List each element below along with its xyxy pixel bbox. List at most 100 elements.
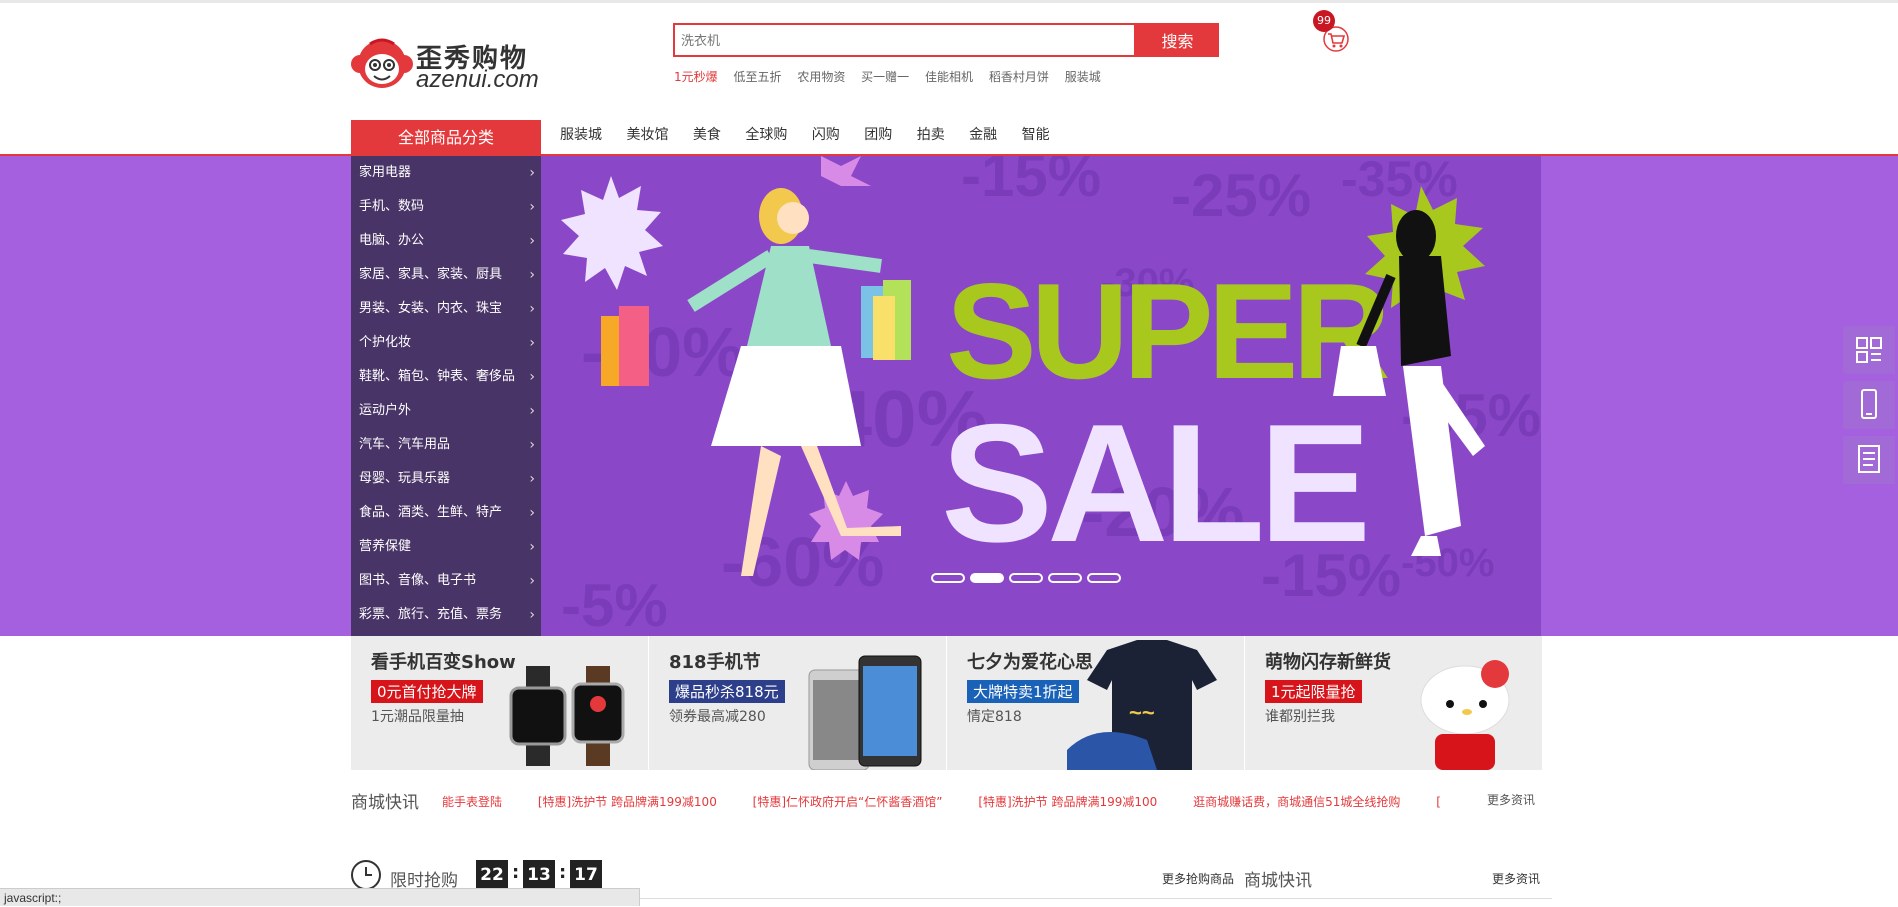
- news-link[interactable]: [特惠]洗护节 跨品牌满199减100: [538, 795, 717, 809]
- site-logo[interactable]: 歪秀购物 azenui.com: [350, 36, 560, 93]
- category-label: 汽车、汽车用品: [359, 437, 451, 452]
- nav-item[interactable]: 服装城: [560, 124, 602, 144]
- category-label: 电脑、办公: [359, 233, 425, 248]
- category-item[interactable]: 家用电器 ›: [351, 156, 541, 190]
- category-item[interactable]: 鞋靴、箱包、钟表、奢侈品 ›: [351, 360, 541, 394]
- nav-item[interactable]: 美食: [693, 124, 721, 144]
- smartphone-image: [808, 655, 922, 770]
- chevron-right-icon: ›: [529, 267, 535, 283]
- logo-subtitle: azenui.com: [416, 66, 539, 93]
- nav-item[interactable]: 闪购: [812, 124, 840, 144]
- news-link[interactable]: 逛商城赚话费，商城通信51城全线抢购: [1193, 795, 1400, 809]
- nav-item[interactable]: 金融: [969, 124, 997, 144]
- mobile-button[interactable]: [1843, 381, 1895, 429]
- category-label: 家居、家具、家装、厨具: [359, 267, 503, 282]
- category-item[interactable]: 汽车、汽车用品 ›: [351, 428, 541, 462]
- nav-item[interactable]: 团购: [864, 124, 892, 144]
- category-item[interactable]: 男装、女装、内衣、珠宝 ›: [351, 292, 541, 326]
- news-link[interactable]: [: [1436, 795, 1441, 809]
- slider-indicators: [931, 568, 1126, 587]
- news-link[interactable]: [特惠]仁怀政府开启“仁怀酱香酒馆”: [753, 795, 943, 809]
- promo-title: 818手机节: [669, 652, 761, 673]
- category-item[interactable]: 手机、数码 ›: [351, 190, 541, 224]
- category-menu: 家用电器 › 手机、数码 › 电脑、办公 › 家居、家具、家装、厨具 › 男装、女装、内…: [351, 156, 541, 636]
- main-nav: 服装城 美妆馆 美食 全球购 闪购 团购 拍卖 金融 智能: [560, 124, 1070, 144]
- category-label: 母婴、玩具乐器: [359, 471, 451, 486]
- chevron-right-icon: ›: [529, 233, 535, 249]
- category-item[interactable]: 个护化妆 ›: [351, 326, 541, 360]
- chevron-right-icon: ›: [529, 165, 535, 181]
- category-item[interactable]: 图书、音像、电子书 ›: [351, 564, 541, 598]
- promo-subtitle: 领券最高减280: [669, 709, 766, 725]
- hotword-link[interactable]: 服装城: [1065, 70, 1101, 84]
- flash-more-link[interactable]: 更多抢购商品: [1162, 870, 1234, 887]
- news2-more-link[interactable]: 更多资讯: [1492, 870, 1540, 887]
- all-categories-button[interactable]: 全部商品分类: [351, 120, 541, 156]
- slider-dot[interactable]: [1009, 573, 1043, 583]
- promo-subtitle: 情定818: [967, 709, 1022, 725]
- promo-card[interactable]: 看手机百变Show 0元首付抢大牌 1元潮品限量抽: [351, 636, 648, 770]
- document-icon: [1858, 445, 1880, 473]
- monkey-logo-icon: [351, 38, 413, 88]
- category-item[interactable]: 彩票、旅行、充值、票务 ›: [351, 598, 541, 632]
- news-more-link[interactable]: 更多资讯: [1487, 791, 1535, 808]
- top-border: [0, 0, 1898, 3]
- countdown-minutes: 13: [523, 860, 555, 890]
- slider-dot[interactable]: [931, 573, 965, 583]
- cart-count-badge: 99: [1313, 10, 1335, 32]
- category-label: 运动户外: [359, 403, 412, 418]
- promo-card[interactable]: 七夕为爱花心思 大牌特卖1折起 情定818 ~~: [947, 636, 1244, 770]
- search-button[interactable]: 搜索: [1136, 23, 1219, 57]
- nav-item[interactable]: 智能: [1022, 124, 1050, 144]
- svg-text:-15%: -15%: [961, 156, 1101, 209]
- countdown-hours: 22: [476, 860, 508, 890]
- category-label: 男装、女装、内衣、珠宝: [359, 301, 503, 316]
- category-item[interactable]: 运动户外 ›: [351, 394, 541, 428]
- chevron-right-icon: ›: [529, 607, 535, 623]
- svg-text:-5%: -5%: [561, 572, 668, 636]
- hotword-link[interactable]: 1元秒爆: [674, 70, 718, 84]
- clock-icon: [351, 860, 381, 890]
- search-input[interactable]: [675, 25, 1127, 55]
- category-label: 手机、数码: [359, 199, 425, 214]
- banner-text-super: SUPER: [946, 255, 1388, 407]
- category-item[interactable]: 家居、家具、家装、厨具 ›: [351, 258, 541, 292]
- qrcode-button[interactable]: [1843, 326, 1895, 374]
- chevron-right-icon: ›: [529, 199, 535, 215]
- promo-tag: 大牌特卖1折起: [967, 680, 1079, 703]
- countdown-seconds: 17: [570, 860, 602, 890]
- promo-tag: 1元起限量抢: [1265, 680, 1362, 703]
- category-item[interactable]: 食品、酒类、生鲜、特产 ›: [351, 496, 541, 530]
- nav-item[interactable]: 拍卖: [917, 124, 945, 144]
- hotword-link[interactable]: 低至五折: [733, 70, 781, 84]
- tshirt-shoe-image: ~~: [1067, 640, 1217, 770]
- hotword-link[interactable]: 买一赠一: [861, 70, 909, 84]
- svg-text:-35%: -35%: [1341, 156, 1458, 207]
- hero-banner[interactable]: -15% -25% -35% -50% -40% -60% -20% -15% …: [541, 156, 1541, 636]
- promo-card[interactable]: 萌物闪存新鲜货 1元起限量抢 谁都别拦我: [1245, 636, 1542, 770]
- slider-dot[interactable]: [1048, 573, 1082, 583]
- promo-subtitle: 1元潮品限量抽: [371, 709, 464, 725]
- news-link[interactable]: [特惠]洗护节 跨品牌满199减100: [978, 795, 1157, 809]
- hotword-link[interactable]: 佳能相机: [925, 70, 973, 84]
- nav-item[interactable]: 美妆馆: [626, 124, 668, 144]
- slider-dot[interactable]: [1087, 573, 1121, 583]
- promo-subtitle: 谁都别拦我: [1265, 709, 1335, 725]
- svg-text:~~: ~~: [1129, 700, 1155, 725]
- banner-artwork: -15% -25% -35% -50% -40% -60% -20% -15% …: [561, 156, 1541, 636]
- category-label: 营养保健: [359, 539, 412, 554]
- countdown-separator: :: [559, 862, 567, 883]
- promo-card[interactable]: 818手机节 爆品秒杀818元 领券最高减280: [649, 636, 946, 770]
- chevron-right-icon: ›: [529, 369, 535, 385]
- news-link[interactable]: 能手表登陆: [442, 795, 502, 809]
- browser-status-bar: javascript:;: [0, 888, 640, 906]
- chevron-right-icon: ›: [529, 301, 535, 317]
- category-item[interactable]: 电脑、办公 ›: [351, 224, 541, 258]
- category-item[interactable]: 营养保健 ›: [351, 530, 541, 564]
- slider-dot-active[interactable]: [970, 573, 1004, 583]
- document-button[interactable]: [1843, 436, 1895, 484]
- hotword-link[interactable]: 农用物资: [797, 70, 845, 84]
- nav-item[interactable]: 全球购: [745, 124, 787, 144]
- hotword-link[interactable]: 稻香村月饼: [989, 70, 1049, 84]
- category-item[interactable]: 母婴、玩具乐器 ›: [351, 462, 541, 496]
